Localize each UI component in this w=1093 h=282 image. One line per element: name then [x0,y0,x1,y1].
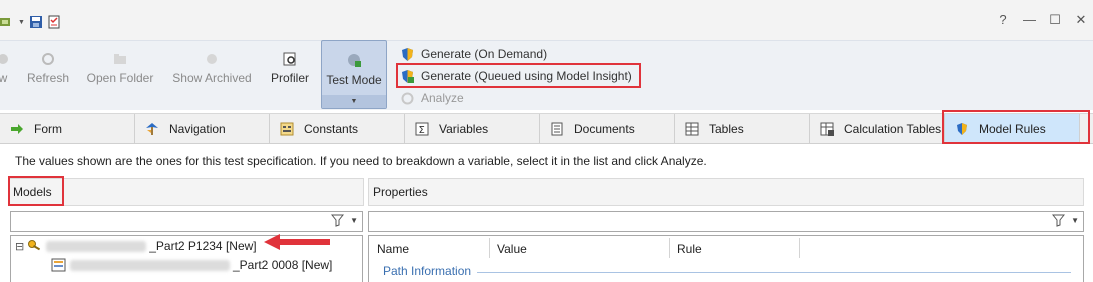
view-button-label: w [0,71,8,85]
table-icon [685,122,699,136]
test-mode-button[interactable]: Test Mode ▼ [321,40,387,109]
tree-node[interactable]: _Part2 0008 [New] [51,256,332,274]
filter-icon[interactable] [331,214,345,227]
generate-on-demand-label: Generate (On Demand) [421,47,548,61]
models-filter-input[interactable]: ▼ [10,211,363,232]
column-divider [799,238,800,258]
ribbon: w Refresh Open Folder Show Archived Prof… [0,40,1093,110]
annotation-arrow-icon [264,234,330,250]
shield-icon [402,47,413,61]
refresh-icon [42,53,54,65]
tab-constants[interactable]: Constants [270,114,405,144]
arrow-right-icon [11,124,23,134]
show-archived-button[interactable]: Show Archived [168,51,256,101]
column-divider [489,238,490,258]
analyze-icon [401,92,414,104]
tab-variables-label: Variables [439,122,489,136]
filter-icon[interactable] [1052,214,1066,227]
constants-icon [280,122,294,136]
tab-strip: Form Navigation Constants Σ Variables Do… [0,113,1093,144]
test-mode-icon [348,54,361,67]
properties-title: Properties [373,185,428,199]
dropdown-arrow-icon[interactable]: ▼ [18,19,25,26]
document-icon [551,122,563,136]
calc-table-icon [820,122,834,136]
dropdown-arrow-icon[interactable]: ▼ [350,216,358,225]
view-button[interactable]: w [0,51,12,101]
navigation-icon [146,123,158,135]
maximize-button[interactable]: ☐ [1049,12,1061,28]
analyze-button[interactable]: Analyze [400,87,632,109]
column-name[interactable]: Name [377,242,409,256]
quick-access-toolbar: ▼ [0,12,61,32]
form-icon [51,258,66,272]
tab-tables-label: Tables [709,122,744,136]
test-mode-label: Test Mode [326,73,382,87]
app-menu-icon[interactable] [0,15,14,29]
open-folder-button[interactable]: Open Folder [83,51,157,101]
column-value[interactable]: Value [497,242,527,256]
tab-constants-label: Constants [304,122,359,136]
close-button[interactable]: ✕ [1075,12,1087,28]
tab-navigation-label: Navigation [169,122,226,136]
tree-node[interactable]: ⊟ _Part2 P1234 [New] [15,237,257,255]
svg-text:Σ: Σ [419,125,425,136]
tab-tables[interactable]: Tables [675,114,810,144]
analyze-label: Analyze [421,91,464,105]
info-text: The values shown are the ones for this t… [15,154,707,168]
sigma-icon: Σ [415,122,429,136]
archive-icon [207,54,217,64]
group-path-information[interactable]: Path Information [383,264,471,278]
redacted-text [70,259,230,271]
properties-grid: Name Value Rule Path Information [368,235,1084,282]
group-divider [477,272,1071,273]
tab-navigation[interactable]: Navigation [135,114,270,144]
refresh-button[interactable]: Refresh [24,51,72,101]
models-filter-controls: ▼ [331,214,358,227]
column-rule[interactable]: Rule [677,242,702,256]
model-icon [28,240,41,251]
highlight-models [8,176,64,206]
tab-form[interactable]: Form [0,114,135,144]
test-mode-dropdown-icon[interactable]: ▼ [322,95,386,108]
profiler-button[interactable]: Profiler [268,51,312,101]
folder-icon [114,54,126,64]
minimize-button[interactable]: — [1023,12,1036,28]
redacted-text [46,240,147,252]
profiler-label: Profiler [270,71,309,85]
checklist-icon[interactable] [47,15,61,29]
tab-form-label: Form [34,122,62,136]
refresh-label: Refresh [26,71,70,85]
dropdown-arrow-icon[interactable]: ▼ [1071,216,1079,225]
tab-calculation-tables[interactable]: Calculation Tables [810,114,945,144]
highlight-model-rules [942,110,1090,144]
help-button[interactable]: ? [997,12,1009,28]
tree-node-label: _Part2 P1234 [New] [149,239,257,253]
properties-filter-controls: ▼ [1052,214,1079,227]
profiler-icon [283,52,296,66]
title-bar: ▼ ? — ☐ ✕ [0,0,1093,40]
show-archived-label: Show Archived [172,71,252,85]
properties-filter-input[interactable]: ▼ [368,211,1084,232]
open-folder-label: Open Folder [86,71,154,85]
collapse-icon[interactable]: ⊟ [15,240,24,253]
tab-calculation-tables-label: Calculation Tables [844,122,942,136]
view-icon [0,54,8,64]
properties-header: Properties [368,178,1084,206]
window-controls: ? — ☐ ✕ [997,12,1087,28]
save-icon[interactable] [29,15,43,29]
tab-documents-label: Documents [574,122,635,136]
column-divider [669,238,670,258]
generate-on-demand-button[interactable]: Generate (On Demand) [400,43,632,65]
tab-documents[interactable]: Documents [540,114,675,144]
tab-variables[interactable]: Σ Variables [405,114,540,144]
highlight-generate-queued [396,63,641,88]
tree-node-label: _Part2 0008 [New] [233,258,333,272]
